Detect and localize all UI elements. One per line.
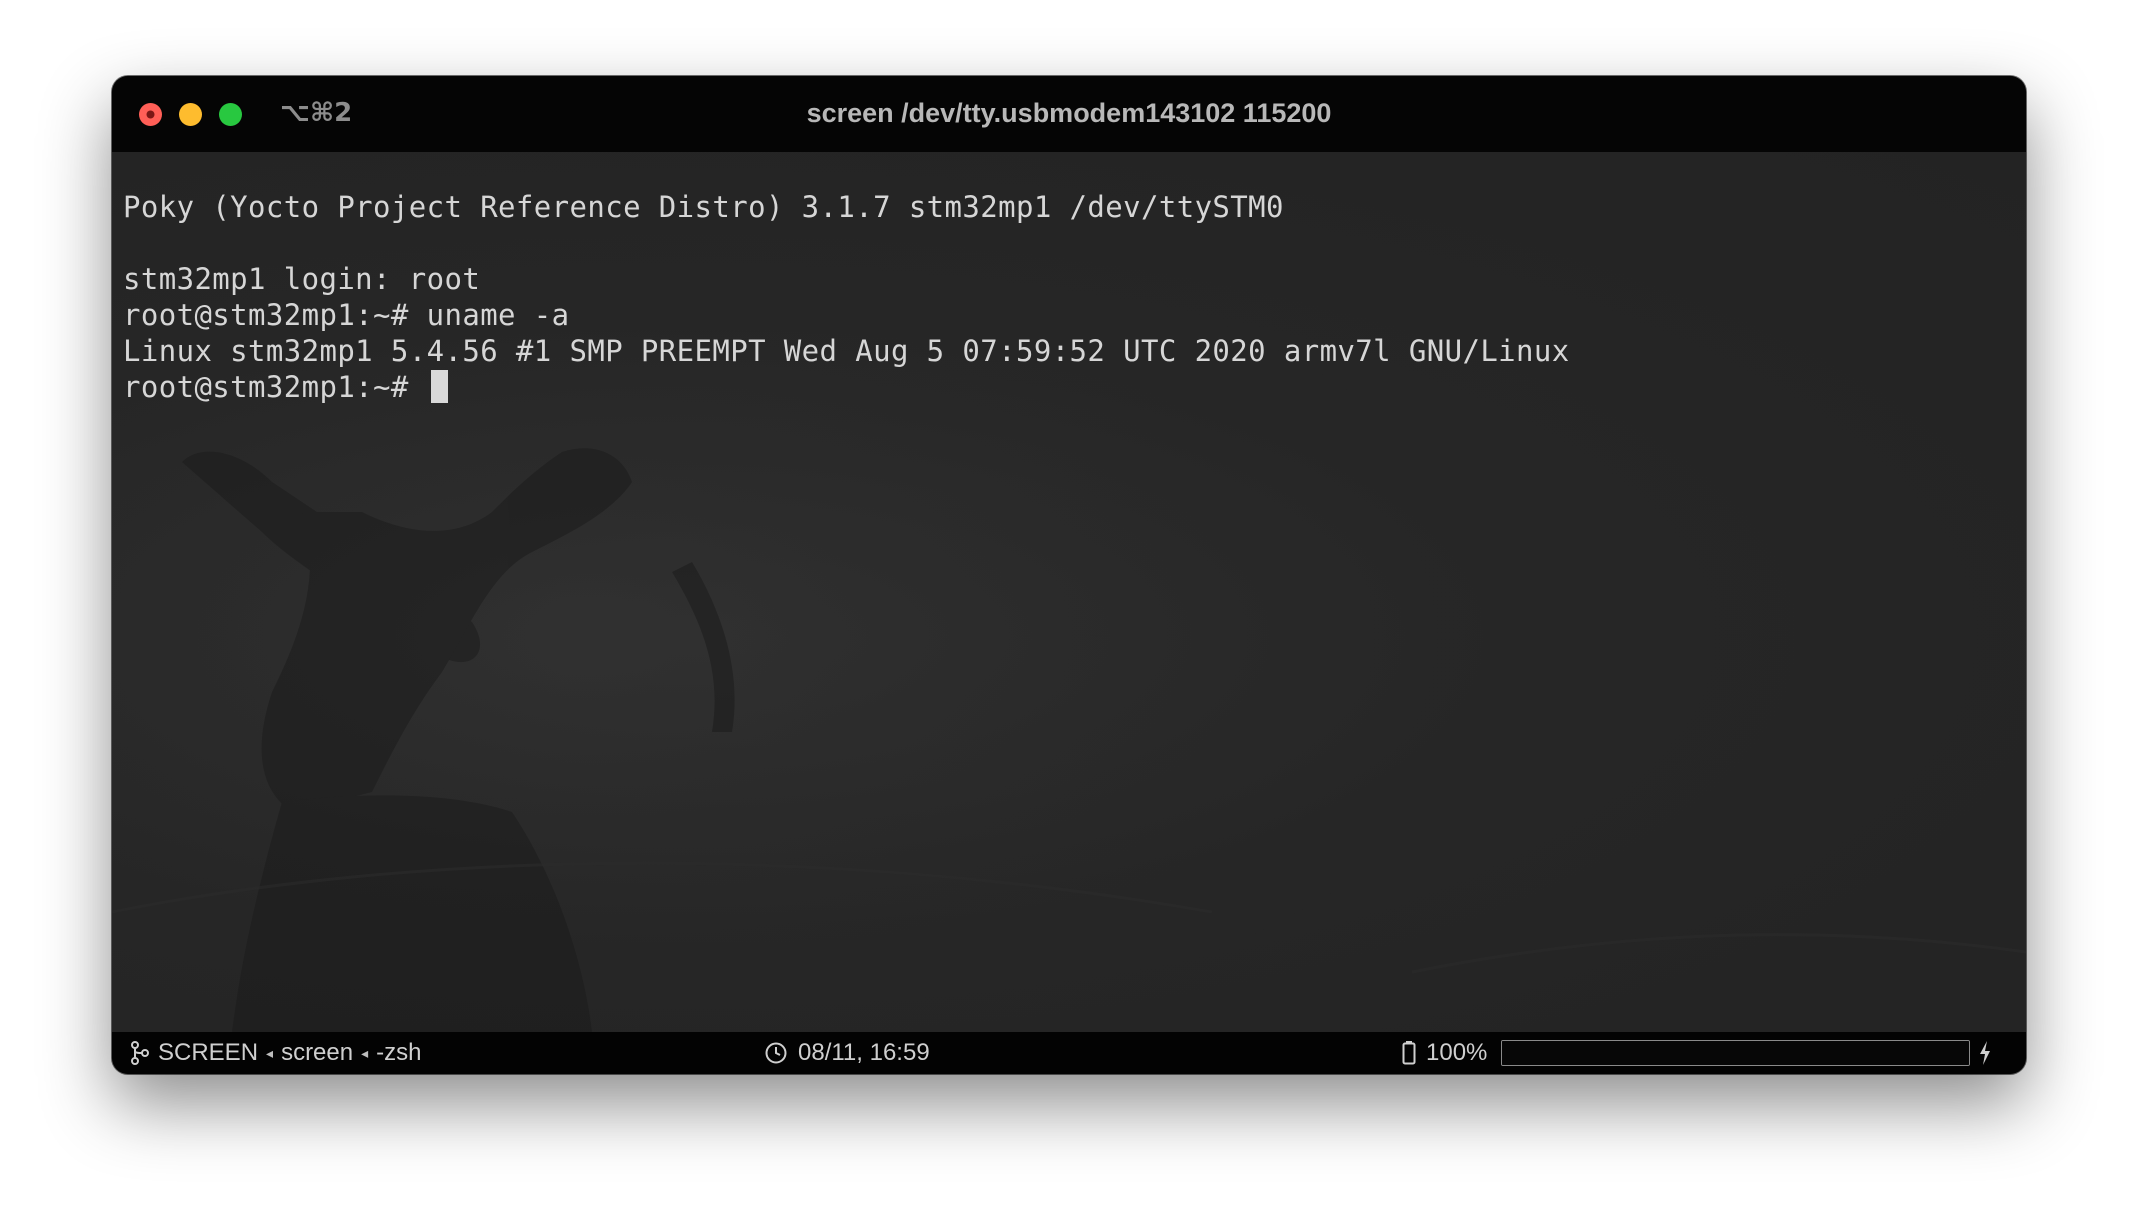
clock: 08/11, 16:59 xyxy=(764,1039,930,1067)
battery-status: 100% xyxy=(1402,1039,1487,1067)
clock-icon xyxy=(765,1042,787,1064)
title-bar[interactable]: ⌥⌘2 screen /dev/tty.usbmodem143102 11520… xyxy=(112,76,2026,152)
terminal-window: ⌥⌘2 screen /dev/tty.usbmodem143102 11520… xyxy=(112,76,2026,1074)
terminal-output[interactable]: Poky (Yocto Project Reference Distro) 3.… xyxy=(123,189,1570,405)
separator-arrow: ◂ xyxy=(266,1044,274,1061)
datetime: 08/11, 16:59 xyxy=(798,1039,930,1066)
charging-bolt-icon xyxy=(1980,1041,1990,1065)
separator-arrow: ◂ xyxy=(361,1044,369,1061)
prompt-line: root@stm32mp1:~# xyxy=(123,369,1570,405)
battery-icon xyxy=(1402,1041,1416,1065)
text-cursor xyxy=(430,370,448,403)
terminal-line: root@stm32mp1:~# uname -a xyxy=(123,298,570,332)
terminal-line: stm32mp1 login: root xyxy=(123,262,481,296)
status-bar: SCREEN ◂ screen ◂ -zsh 08/11, 16:59 100% xyxy=(112,1032,2026,1074)
shell-name: -zsh xyxy=(376,1039,422,1066)
terminal-content[interactable]: Poky (Yocto Project Reference Distro) 3.… xyxy=(112,152,2026,1032)
terminal-line: Poky (Yocto Project Reference Distro) 3.… xyxy=(123,190,1284,224)
terminal-line: Linux stm32mp1 5.4.56 #1 SMP PREEMPT Wed… xyxy=(123,334,1570,368)
session-info: SCREEN ◂ screen ◂ -zsh xyxy=(130,1039,421,1067)
branch-icon xyxy=(131,1041,149,1065)
prompt-text: root@stm32mp1:~# xyxy=(123,370,427,404)
battery-bar xyxy=(1501,1040,1970,1066)
process-name: screen xyxy=(281,1039,354,1066)
battery-percent: 100% xyxy=(1426,1039,1488,1066)
window-title: screen /dev/tty.usbmodem143102 115200 xyxy=(806,98,1332,128)
battery-bar-fill xyxy=(1502,1041,1969,1065)
session-name: SCREEN xyxy=(158,1039,259,1066)
